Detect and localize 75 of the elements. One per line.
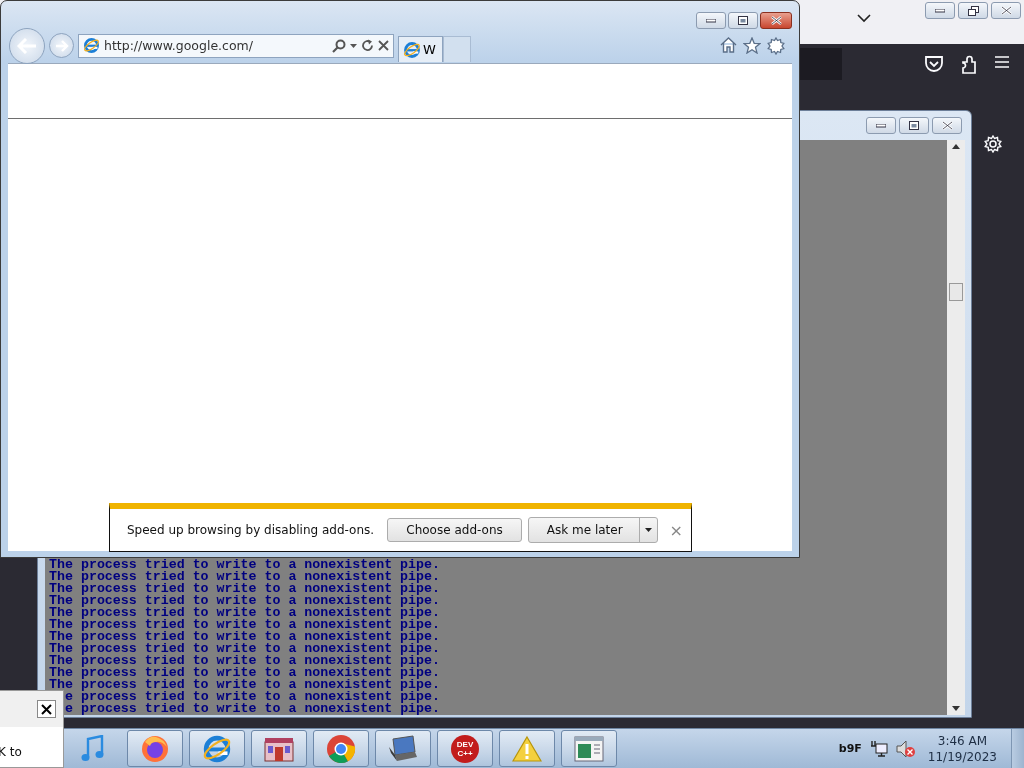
console-line: The process tried to write to a nonexistent pipe.: [49, 655, 441, 667]
url-text: http://www.google.com/: [104, 38, 254, 53]
notification-message: Speed up browsing by disabling add-ons.: [127, 523, 376, 537]
puzzle-icon[interactable]: [960, 54, 978, 75]
minimize-icon: [935, 8, 945, 13]
taskbar-button[interactable]: DEV C++: [437, 730, 493, 767]
ie-logo-icon: [403, 40, 421, 59]
laptop-icon: [387, 734, 419, 763]
language-indicator[interactable]: b9F: [838, 742, 862, 755]
music-note-icon: [81, 734, 105, 763]
address-field[interactable]: http://www.google.com/: [78, 33, 394, 58]
star-icon[interactable]: [743, 36, 761, 54]
maximize-button[interactable]: [728, 12, 758, 29]
taskbar-button[interactable]: [127, 730, 183, 767]
restore-button[interactable]: [958, 2, 988, 19]
console-line: The process tried to write to a nonexistent pipe.: [49, 595, 441, 607]
maximize-icon: [738, 16, 748, 25]
ie-logo-icon: [83, 37, 100, 54]
minimize-icon: [876, 123, 886, 128]
building-icon: [263, 735, 295, 762]
taskbar-button[interactable]: [189, 730, 245, 767]
stop-icon[interactable]: [378, 40, 389, 51]
back-arrow-icon: [17, 37, 37, 54]
console-line: The process tried to write to a nonexistent pipe.: [49, 679, 441, 691]
console-line: The process tried to write to a nonexistent pipe.: [49, 559, 441, 571]
console-line: The process tried to write to a nonexistent pipe.: [49, 619, 441, 631]
window-icon: [574, 735, 604, 762]
scroll-thumb[interactable]: [949, 283, 963, 301]
chrome-logo-icon: [326, 733, 356, 764]
close-button[interactable]: [37, 700, 56, 718]
caret-icon: [644, 528, 652, 532]
close-icon: [941, 121, 953, 130]
pocket-icon[interactable]: [924, 54, 944, 73]
close-button[interactable]: ×: [669, 520, 683, 540]
close-button[interactable]: [760, 12, 792, 29]
minimize-icon: [706, 18, 716, 23]
console-line: The process tried to write to a nonexistent pipe.: [49, 607, 441, 619]
refresh-icon[interactable]: [361, 39, 374, 52]
taskbar-button[interactable]: [499, 730, 555, 767]
taskbar-button[interactable]: [375, 730, 431, 767]
restore-icon: [967, 5, 979, 16]
console-line: The process tried to write to a nonexistent pipe.: [49, 571, 441, 583]
console-line: e process tried to write to a nonexistent pipe.: [64, 703, 442, 715]
close-icon: [770, 16, 782, 25]
maximize-button[interactable]: [899, 117, 929, 134]
browser-tab[interactable]: W: [398, 36, 443, 62]
menu-icon[interactable]: [994, 54, 1010, 69]
taskbar-button[interactable]: [561, 730, 617, 767]
taskbar-button[interactable]: [251, 730, 307, 767]
network-icon[interactable]: [869, 740, 888, 757]
maximize-icon: [909, 121, 919, 130]
app-logo: DEV C++: [451, 734, 479, 763]
console-line: The process tried to write to a nonexistent pipe.: [49, 583, 441, 595]
taskbar-button[interactable]: [313, 730, 369, 767]
scroll-up-icon[interactable]: [952, 144, 960, 149]
chevron-down-icon[interactable]: [857, 14, 871, 23]
console-line: e process tried to write to a nonexistent pipe.: [64, 691, 442, 703]
console-line: The process tried to write to a nonexistent pipe.: [49, 631, 441, 643]
dialog-message: K to: [0, 745, 23, 759]
clock-time[interactable]: 3:46 AM: [937, 732, 988, 749]
speaker-muted-icon[interactable]: [895, 739, 916, 758]
home-icon[interactable]: [720, 36, 737, 53]
forward-arrow-icon: [54, 39, 69, 52]
ie-logo-icon: [202, 733, 232, 764]
clock-date[interactable]: 11/19/2023: [927, 748, 997, 765]
warning-icon: [512, 735, 542, 762]
address-field[interactable]: [800, 48, 842, 80]
choose-addons-button[interactable]: Choose add-ons: [387, 518, 522, 542]
scrollbar[interactable]: [947, 140, 965, 715]
console-line: The process tried to write to a nonexistent pipe.: [49, 667, 441, 679]
console-line: The process tried to write to a nonexistent pipe.: [49, 643, 441, 655]
close-icon: [1000, 6, 1012, 15]
close-icon: [41, 703, 52, 715]
search-icon[interactable]: [332, 38, 346, 53]
scroll-down-icon[interactable]: [952, 706, 960, 711]
